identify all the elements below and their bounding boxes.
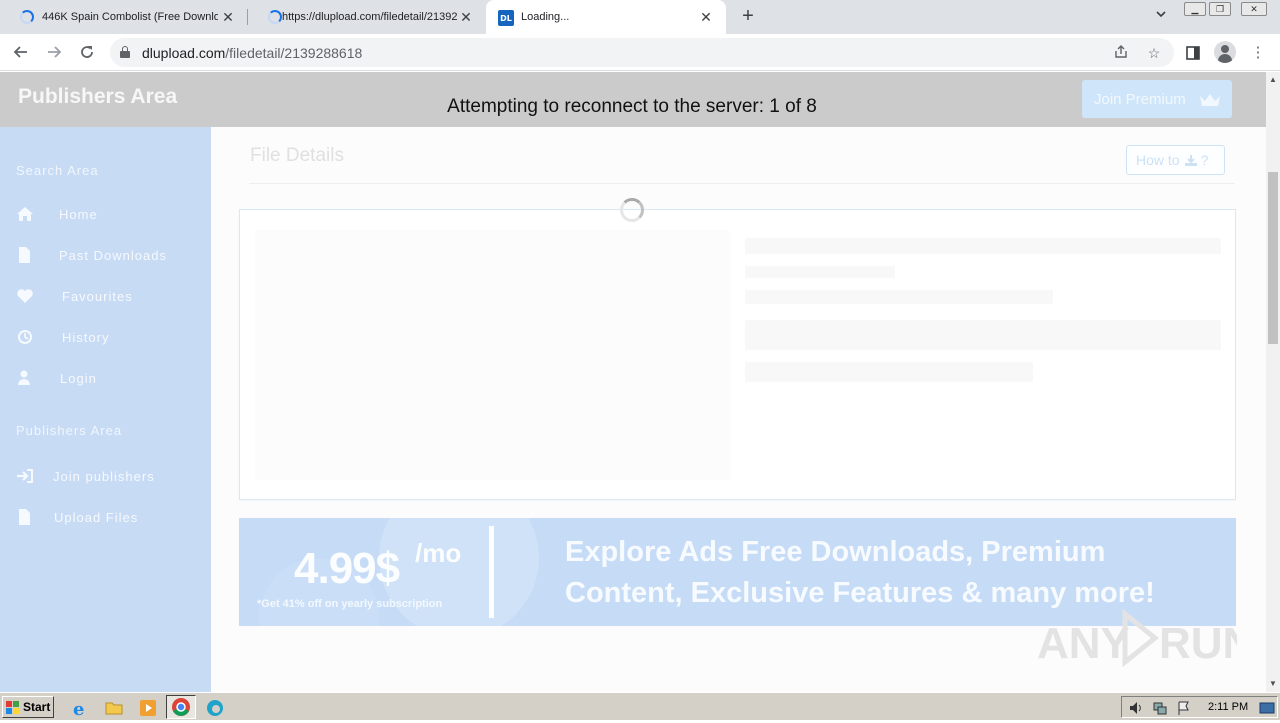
tab-dlupload-filedetail[interactable]: https://dlupload.com/filedetail/21392886…	[248, 0, 486, 34]
download-icon	[1184, 154, 1197, 166]
bookmark-star-icon[interactable]: ☆	[1145, 44, 1163, 62]
media-player-icon[interactable]	[137, 697, 159, 719]
internet-explorer-icon[interactable]: e	[69, 697, 91, 719]
join-premium-label: Join Premium	[1094, 90, 1186, 108]
scroll-down-arrow-icon[interactable]: ▼	[1266, 676, 1280, 692]
divider	[249, 183, 1235, 184]
new-tab-button[interactable]: +	[738, 6, 758, 26]
sign-in-icon	[17, 469, 33, 483]
web-page: Publishers Area Attempting to reconnect …	[0, 72, 1266, 692]
skeleton-block	[745, 320, 1221, 350]
search-area-heading: Search Area	[16, 163, 99, 178]
back-arrow-icon[interactable]	[10, 41, 32, 63]
tab-loading-active[interactable]: DL Loading... ✕	[486, 0, 726, 34]
folder-icon[interactable]	[103, 697, 125, 719]
user-icon	[18, 370, 30, 385]
skeleton-line	[745, 238, 1221, 254]
tab-spain-combolist[interactable]: 446K Spain Combolist (Free Download) ✕	[0, 0, 248, 34]
close-window-button[interactable]: ✕	[1241, 2, 1267, 16]
tab-strip: 446K Spain Combolist (Free Download) ✕ h…	[0, 0, 1280, 34]
sidebar-item-history[interactable]: History	[16, 326, 196, 348]
share-icon[interactable]	[1112, 44, 1130, 62]
sidebar: Search Area Home Past Downloads Favourit…	[0, 127, 211, 692]
url-path: /filedetail/2139288618	[225, 45, 363, 61]
scroll-up-arrow-icon[interactable]: ▲	[1266, 72, 1280, 88]
file-details-title: File Details	[250, 145, 344, 166]
skeleton-preview	[255, 230, 730, 480]
home-icon	[17, 207, 33, 221]
banner-divider	[489, 526, 494, 618]
loading-spinner-icon	[20, 10, 34, 24]
loading-spinner-icon	[268, 10, 282, 24]
side-panel-icon[interactable]	[1182, 42, 1204, 64]
system-tray: 2:11 PM	[1121, 696, 1278, 718]
address-bar[interactable]: dlupload.com/filedetail/2139288618 ☆	[110, 38, 1174, 67]
join-premium-button[interactable]: Join Premium	[1082, 80, 1232, 118]
publishers-area-heading: Publishers Area	[16, 423, 123, 438]
reload-icon[interactable]	[76, 41, 98, 63]
page-scrollbar[interactable]: ▲ ▼	[1266, 72, 1280, 692]
close-tab-icon[interactable]: ✕	[458, 9, 474, 26]
minimize-button[interactable]: ▁	[1184, 2, 1206, 16]
svg-text:RUN: RUN	[1159, 619, 1237, 668]
action-center-flag-icon[interactable]	[1176, 700, 1192, 716]
taskbar-clock[interactable]: 2:11 PM	[1208, 701, 1248, 713]
edge-icon[interactable]	[204, 697, 226, 719]
chrome-icon	[172, 698, 190, 716]
how-to-label: How to	[1136, 152, 1180, 168]
windows-taskbar: Start e 2:11 PM	[0, 692, 1280, 720]
url-host: dlupload.com	[142, 45, 226, 61]
chrome-menu-icon[interactable]: ⋮	[1247, 42, 1269, 64]
sidebar-item-home[interactable]: Home	[16, 203, 196, 225]
start-label: Start	[23, 700, 51, 714]
show-desktop-icon[interactable]	[1259, 700, 1275, 716]
how-to-question: ?	[1200, 152, 1209, 168]
network-icon[interactable]	[1152, 700, 1168, 716]
site-header: Publishers Area Attempting to reconnect …	[0, 72, 1266, 127]
volume-icon[interactable]	[1128, 700, 1144, 716]
windows-flag-icon	[6, 701, 19, 714]
scrollbar-thumb[interactable]	[1268, 172, 1278, 344]
premium-period: /mo	[415, 538, 462, 568]
reconnect-message: Attempting to reconnect to the server: 1…	[447, 96, 817, 117]
premium-price: 4.99$	[294, 544, 400, 593]
start-button[interactable]: Start	[2, 696, 54, 718]
sidebar-item-login[interactable]: Login	[16, 367, 196, 389]
close-tab-icon[interactable]: ✕	[220, 9, 236, 26]
forward-arrow-icon[interactable]	[43, 41, 65, 63]
how-to-download-button[interactable]: How to ?	[1126, 145, 1225, 175]
heart-icon	[17, 289, 33, 303]
tab-search-chevron-icon[interactable]	[1153, 8, 1169, 24]
svg-text:e: e	[73, 699, 84, 719]
sidebar-item-upload-files[interactable]: Upload Files	[16, 506, 196, 528]
file-details-card	[239, 209, 1236, 500]
lock-icon[interactable]	[120, 46, 130, 58]
skeleton-line	[745, 266, 895, 278]
file-icon	[19, 247, 30, 263]
chrome-taskbar-button[interactable]	[166, 695, 196, 719]
skeleton-line	[745, 362, 1033, 382]
yearly-discount-note: *Get 41% off on yearly subscription	[257, 598, 443, 610]
sidebar-item-past-downloads[interactable]: Past Downloads	[16, 244, 196, 266]
svg-text:ANY: ANY	[1037, 619, 1130, 668]
close-tab-icon[interactable]: ✕	[698, 9, 714, 26]
sidebar-item-favourites[interactable]: Favourites	[16, 285, 196, 307]
banner-headline: Explore Ads Free Downloads, Premium Cont…	[565, 536, 1155, 609]
profile-avatar-icon[interactable]	[1214, 41, 1236, 63]
sidebar-item-join-publishers[interactable]: Join publishers	[16, 465, 196, 487]
maximize-button[interactable]: ❐	[1209, 2, 1231, 16]
crown-icon	[1200, 94, 1220, 106]
history-icon	[18, 330, 32, 344]
upload-file-icon	[19, 509, 30, 525]
browser-toolbar: dlupload.com/filedetail/2139288618 ☆ ⋮	[0, 34, 1280, 71]
anyrun-watermark-logo: ANY RUN	[1037, 608, 1237, 668]
loading-spinner-icon	[620, 198, 644, 222]
skeleton-line	[745, 290, 1053, 304]
dl-favicon-icon: DL	[498, 10, 514, 26]
